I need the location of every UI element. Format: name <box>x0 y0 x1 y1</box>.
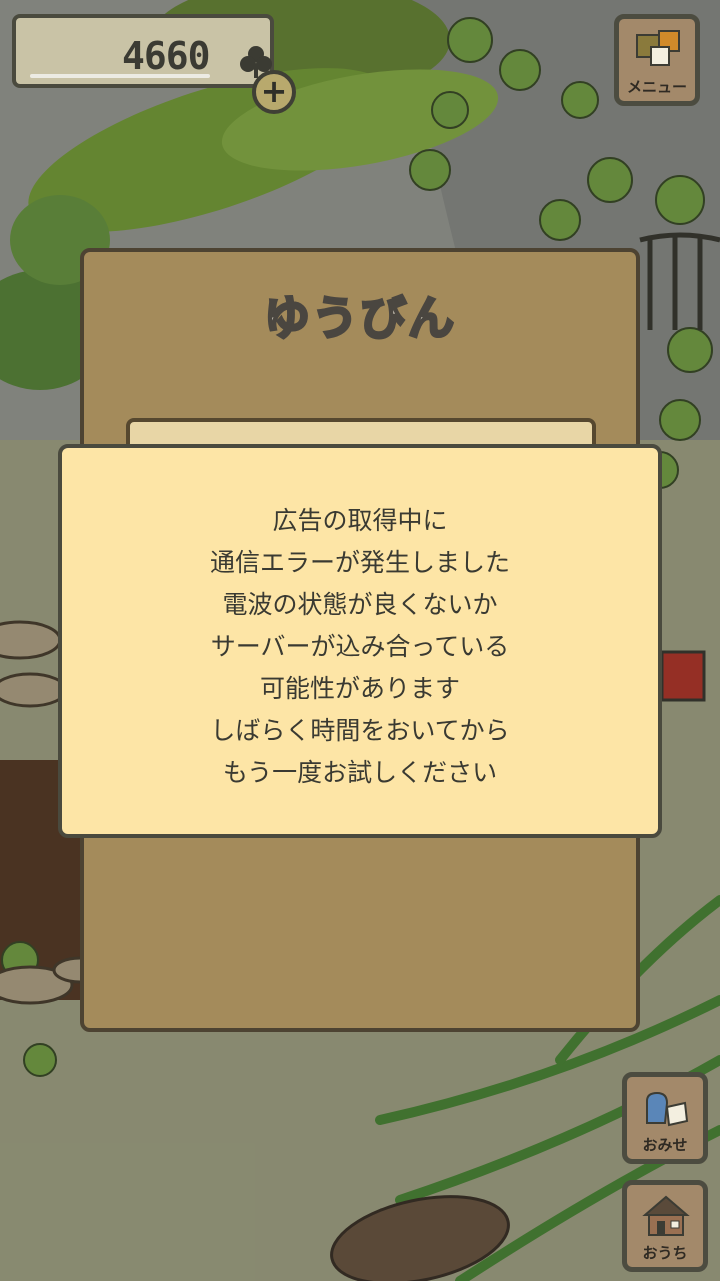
mail-panel-title: ゆうびん <box>263 290 456 347</box>
add-clover-button[interactable]: + <box>252 70 296 114</box>
error-dialog[interactable]: 広告の取得中に 通信エラーが発生しました 電波の状態が良くないか サーバーが込み… <box>58 444 662 838</box>
error-message-line: サーバーが込み合っている <box>210 632 510 661</box>
shop-button[interactable]: おみせ <box>622 1072 708 1164</box>
error-message-line: 広告の取得中に <box>272 506 448 535</box>
clover-counter: 4660 <box>12 14 274 88</box>
menu-button-label: メニュー <box>626 78 687 96</box>
menu-icon <box>636 30 680 66</box>
house-icon <box>642 1195 690 1236</box>
home-button-label: おうち <box>642 1244 688 1262</box>
error-message: 広告の取得中に 通信エラーが発生しました 電波の状態が良くないか サーバーが込み… <box>62 500 658 794</box>
error-message-line: もう一度お試しください <box>222 758 498 787</box>
error-message-line: 可能性があります <box>259 674 460 703</box>
error-message-line: 電波の状態が良くないか <box>222 590 498 619</box>
shop-bag-icon <box>646 1091 689 1127</box>
error-message-line: しばらく時間をおいてから <box>210 716 510 745</box>
clover-amount: 4660 <box>122 34 211 78</box>
plus-icon: + <box>260 72 288 110</box>
menu-button[interactable]: メニュー <box>614 14 700 106</box>
error-message-line: 通信エラーが発生しました <box>209 548 510 577</box>
shop-button-label: おみせ <box>642 1136 688 1154</box>
home-button[interactable]: おうち <box>622 1180 708 1272</box>
